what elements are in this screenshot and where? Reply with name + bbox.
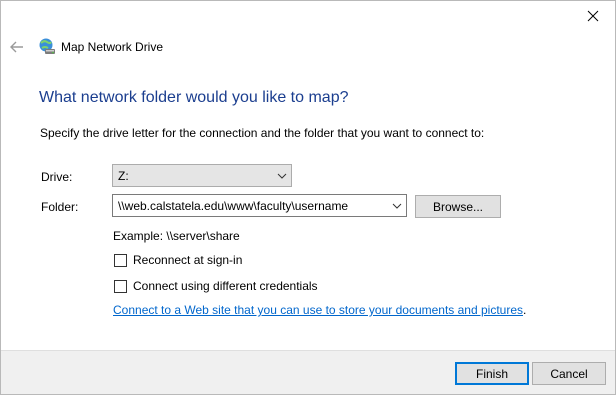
finish-button[interactable]: Finish — [455, 362, 529, 385]
close-button[interactable] — [575, 3, 611, 29]
different-credentials-checkbox[interactable] — [114, 279, 127, 293]
reconnect-label[interactable]: Reconnect at sign-in — [133, 253, 242, 267]
web-site-link[interactable]: Connect to a Web site that you can use t… — [113, 303, 523, 317]
dialog-footer: Finish Cancel — [1, 350, 615, 394]
different-credentials-label[interactable]: Connect using different credentials — [133, 279, 318, 293]
window-title: Map Network Drive — [61, 40, 164, 54]
chevron-down-icon — [392, 203, 402, 209]
example-text: Example: \\server\share — [113, 229, 240, 243]
browse-button[interactable]: Browse... — [415, 195, 501, 218]
folder-dropdown-chevron[interactable] — [388, 195, 406, 216]
drive-select[interactable]: Z: — [112, 164, 292, 187]
cancel-button[interactable]: Cancel — [532, 362, 606, 385]
drive-value: Z: — [118, 168, 129, 183]
drive-dropdown-chevron[interactable] — [273, 165, 291, 186]
back-button[interactable] — [9, 39, 25, 55]
web-link-row: Connect to a Web site that you can use t… — [113, 303, 526, 317]
folder-combobox[interactable] — [112, 194, 407, 217]
network-drive-icon — [39, 38, 55, 54]
instruction-text: Specify the drive letter for the connect… — [40, 126, 485, 140]
reconnect-checkbox[interactable] — [114, 253, 127, 267]
chevron-down-icon — [277, 173, 287, 179]
different-credentials-option[interactable]: Connect using different credentials — [114, 279, 318, 293]
page-heading: What network folder would you like to ma… — [39, 89, 349, 106]
folder-label: Folder: — [41, 200, 79, 214]
drive-label: Drive: — [41, 170, 73, 184]
back-arrow-icon — [10, 41, 23, 53]
folder-input[interactable] — [113, 195, 388, 216]
close-icon — [587, 10, 599, 22]
reconnect-option[interactable]: Reconnect at sign-in — [114, 253, 242, 267]
map-network-drive-dialog: Map Network Drive What network folder wo… — [0, 0, 616, 395]
web-link-suffix: . — [523, 303, 527, 317]
